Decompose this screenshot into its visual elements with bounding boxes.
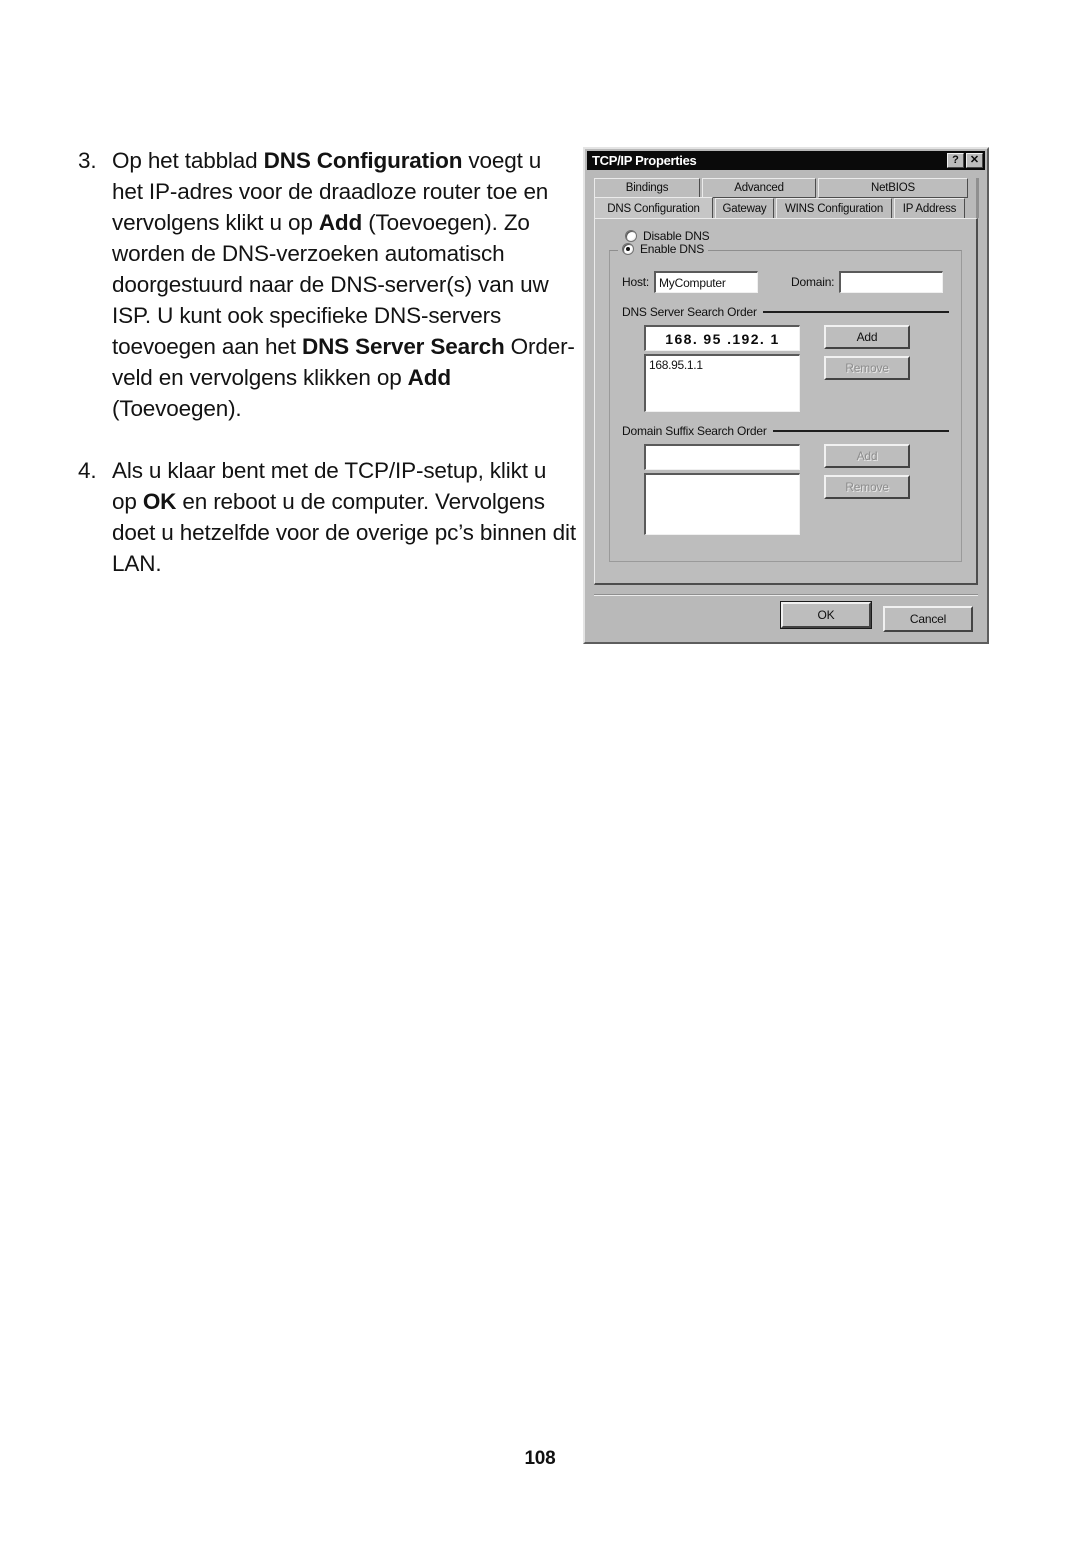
radio-label: Enable DNS <box>640 242 705 256</box>
section-label: DNS Server Search Order <box>622 305 757 319</box>
suffix-buttons: Add Remove <box>824 444 910 499</box>
radio-enable-dns[interactable]: Enable DNS <box>618 242 709 256</box>
domain-suffix-search-order-header: Domain Suffix Search Order <box>622 424 949 438</box>
suffix-fields <box>644 444 800 535</box>
radio-disable-dns[interactable]: Disable DNS <box>625 229 964 243</box>
tab-row-lower: DNS Configuration Gateway WINS Configura… <box>594 197 978 219</box>
cancel-button[interactable]: Cancel <box>883 605 973 632</box>
dns-ip-input[interactable]: 168. 95 .192. 1 <box>644 325 800 351</box>
domain-suffix-input[interactable] <box>644 444 800 470</box>
step-number: 3. <box>78 148 97 173</box>
step-number: 4. <box>78 458 97 483</box>
section-label: Domain Suffix Search Order <box>622 424 767 438</box>
list-item[interactable]: 168.95.1.1 <box>649 358 796 372</box>
host-label: Host: <box>622 275 650 289</box>
page-number: 108 <box>524 1448 556 1469</box>
domain-label: Domain: <box>791 275 835 289</box>
dialog-footer: OK Cancel <box>585 596 987 642</box>
dns-buttons: Add Remove <box>824 325 910 380</box>
tab-wins-configuration[interactable]: WINS Configuration <box>776 198 892 218</box>
tab-netbios[interactable]: NetBIOS <box>818 178 968 198</box>
section-rule <box>772 430 949 432</box>
dns-server-search-order-header: DNS Server Search Order <box>622 305 949 319</box>
tab-advanced[interactable]: Advanced <box>702 178 816 198</box>
instruction-step-3: 3. Op het tabblad DNS Configuration voeg… <box>78 145 576 424</box>
dialog-titlebar: TCP/IP Properties ? ✕ <box>587 151 985 170</box>
tab-dns-configuration[interactable]: DNS Configuration <box>594 197 713 219</box>
dns-configuration-panel: Disable DNS Enable DNS Host: MyComputer … <box>594 218 978 585</box>
dns-server-search-order-body: 168. 95 .192. 1 168.95.1.1 Add Remove <box>622 325 949 412</box>
step-text: Als u klaar bent met de TCP/IP-setup, kl… <box>112 458 576 576</box>
instruction-list: 3. Op het tabblad DNS Configuration voeg… <box>78 145 576 579</box>
help-icon[interactable]: ? <box>947 153 964 168</box>
enable-dns-group: Enable DNS Host: MyComputer Domain: DNS … <box>609 242 962 562</box>
dns-remove-button: Remove <box>824 356 910 380</box>
radio-label: Disable DNS <box>643 229 710 243</box>
dns-server-list[interactable]: 168.95.1.1 <box>644 354 800 412</box>
tab-row-upper: Bindings Advanced NetBIOS <box>594 178 978 198</box>
host-domain-row: Host: MyComputer Domain: <box>622 271 949 293</box>
close-icon[interactable]: ✕ <box>966 153 983 168</box>
instruction-step-4: 4. Als u klaar bent met de TCP/IP-setup,… <box>78 455 576 579</box>
domain-suffix-search-order-body: Add Remove <box>622 444 949 535</box>
host-input[interactable]: MyComputer <box>654 271 759 293</box>
tab-ip-address[interactable]: IP Address <box>894 198 965 218</box>
section-rule <box>762 311 949 313</box>
tcpip-properties-dialog: TCP/IP Properties ? ✕ Bindings Advanced … <box>583 147 989 644</box>
step-text: Op het tabblad DNS Configuration voegt u… <box>112 148 575 421</box>
dns-fields: 168. 95 .192. 1 168.95.1.1 <box>644 325 800 412</box>
dns-add-button[interactable]: Add <box>824 325 910 349</box>
tab-strip: Bindings Advanced NetBIOS DNS Configurat… <box>594 178 979 219</box>
suffix-remove-button: Remove <box>824 475 910 499</box>
suffix-add-button: Add <box>824 444 910 468</box>
tab-overflow-marker <box>976 178 979 218</box>
radio-button-icon[interactable] <box>625 230 637 242</box>
tab-gateway[interactable]: Gateway <box>715 198 774 218</box>
domain-input[interactable] <box>839 271 944 293</box>
radio-button-icon[interactable] <box>622 243 634 255</box>
domain-suffix-list[interactable] <box>644 473 800 535</box>
ok-button[interactable]: OK <box>781 602 871 628</box>
tab-bindings[interactable]: Bindings <box>594 178 700 198</box>
dialog-title: TCP/IP Properties <box>592 153 697 168</box>
